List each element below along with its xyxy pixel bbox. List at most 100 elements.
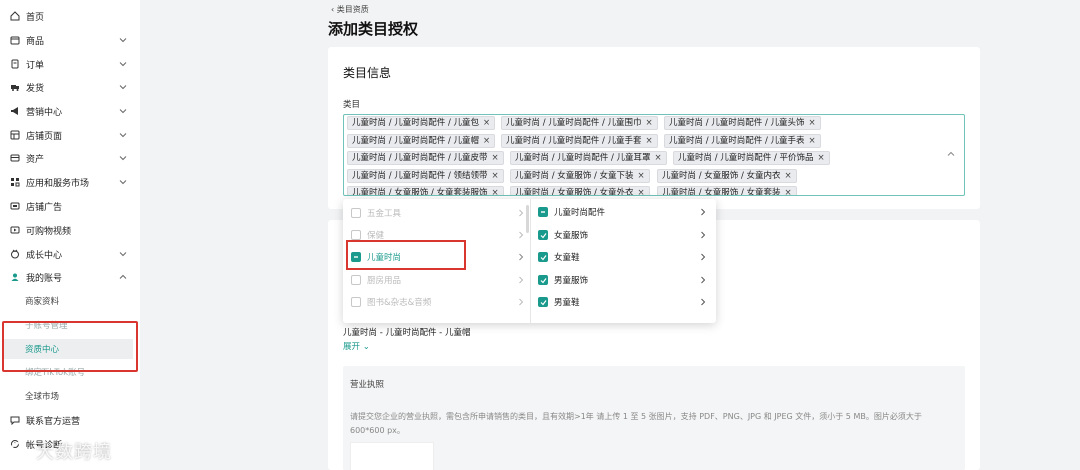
sidebar-item-label: 发货 xyxy=(26,83,45,94)
chevron-right-icon xyxy=(701,298,706,306)
category-tag: 儿童时尚 / 儿童时尚配件 / 儿童手套 × xyxy=(501,134,658,148)
sidebar-item-assets[interactable]: 资产 xyxy=(0,148,140,168)
chevron-right-icon xyxy=(519,276,524,284)
sidebar-item-product[interactable]: 商品 xyxy=(0,30,140,50)
cascader-option[interactable]: 女童服饰 xyxy=(538,224,708,246)
cascader-option[interactable]: 男童服饰 xyxy=(538,269,708,291)
chevron-right-icon xyxy=(519,231,524,239)
wallet-icon xyxy=(10,153,20,163)
close-icon[interactable]: × xyxy=(492,153,499,163)
sidebar: 首页 商品 订单 发货 营销中心 店铺页面 资产 应用和服务市场 店铺广告 可购… xyxy=(0,0,140,470)
chevron-right-icon xyxy=(701,253,706,261)
column-divider xyxy=(530,199,531,323)
sidebar-item-shipping[interactable]: 发货 xyxy=(0,77,140,97)
watermark-logo-icon xyxy=(9,441,29,461)
sidebar-item-label: 应用和服务市场 xyxy=(26,178,90,189)
close-icon[interactable]: × xyxy=(785,188,792,195)
sidebar-item-contact-ops[interactable]: 联系官方运营 xyxy=(0,410,140,430)
license-title: 营业执照 xyxy=(350,380,385,390)
chevron-down-icon xyxy=(119,62,127,67)
cascader-option[interactable]: 图书&杂志&音频 xyxy=(351,291,524,313)
close-icon[interactable]: × xyxy=(646,118,653,128)
sidebar-item-growth[interactable]: 成长中心 xyxy=(0,244,140,264)
ad-icon xyxy=(10,201,20,211)
license-description: 请提交您企业的营业执照，需包含所申请销售的类目，且有效期>1年 请上传 1 至 … xyxy=(350,412,922,435)
checkbox[interactable] xyxy=(351,208,361,218)
sidebar-item-label: 可购物视频 xyxy=(26,226,72,237)
close-icon[interactable]: × xyxy=(638,188,645,195)
chevron-down-icon xyxy=(119,133,127,138)
close-icon[interactable]: × xyxy=(483,136,490,146)
category-tag: 儿童时尚 / 儿童时尚配件 / 儿童耳罩 × xyxy=(510,151,667,165)
close-icon[interactable]: × xyxy=(646,136,653,146)
apps-icon xyxy=(10,177,20,187)
sidebar-item-label: 首页 xyxy=(26,12,45,23)
sidebar-item-label: 我的账号 xyxy=(26,273,63,284)
cascader-option[interactable]: 五金工具 xyxy=(351,202,524,224)
breadcrumb[interactable]: ‹ 类目资质 xyxy=(331,4,369,15)
sidebar-item-label: 营销中心 xyxy=(26,107,63,118)
highlight-box-sidebar xyxy=(2,321,138,372)
checkbox-indeterminate[interactable] xyxy=(538,207,548,217)
cascader-option[interactable]: 儿童时尚配件 xyxy=(538,201,708,223)
cascader-option[interactable]: 男童鞋 xyxy=(538,291,708,313)
sidebar-subitem-merchant-info[interactable]: 商家资料 xyxy=(0,291,140,311)
sidebar-item-label: 店铺页面 xyxy=(26,131,63,142)
checkbox-checked[interactable] xyxy=(538,275,548,285)
checkbox-checked[interactable] xyxy=(538,297,548,307)
section-heading: 类目信息 xyxy=(343,66,392,80)
close-icon[interactable]: × xyxy=(483,118,490,128)
sidebar-item-my-account[interactable]: 我的账号 xyxy=(0,267,140,287)
category-tag: 儿童时尚 / 女童服饰 / 女童内衣 × xyxy=(657,169,797,183)
chevron-up-icon[interactable] xyxy=(946,149,956,159)
product-icon xyxy=(10,35,20,45)
home-icon xyxy=(10,11,20,21)
close-icon[interactable]: × xyxy=(492,188,499,195)
upload-area[interactable] xyxy=(350,442,434,470)
scrollbar[interactable] xyxy=(526,205,529,233)
close-icon[interactable]: × xyxy=(809,118,816,128)
close-icon[interactable]: × xyxy=(818,153,825,163)
sidebar-item-shoppable-video[interactable]: 可购物视频 xyxy=(0,220,140,240)
category-tag: 儿童时尚 / 儿童时尚配件 / 儿童手表 × xyxy=(664,134,821,148)
sidebar-item-home[interactable]: 首页 xyxy=(0,6,140,26)
chevron-right-icon xyxy=(519,253,524,261)
chevron-down-icon xyxy=(119,38,127,43)
category-tag: 儿童时尚 / 儿童时尚配件 / 儿童皮带 × xyxy=(347,151,504,165)
sidebar-item-label: 店铺广告 xyxy=(26,202,63,213)
order-icon xyxy=(10,59,20,69)
checkbox[interactable] xyxy=(351,297,361,307)
sidebar-item-apps[interactable]: 应用和服务市场 xyxy=(0,172,140,192)
cascader-option[interactable]: 厨房用品 xyxy=(351,269,524,291)
store-page-icon xyxy=(10,130,20,140)
chevron-up-icon xyxy=(119,274,127,279)
checkbox-checked[interactable] xyxy=(538,230,548,240)
close-icon[interactable]: × xyxy=(785,171,792,181)
close-icon[interactable]: × xyxy=(809,136,816,146)
category-tag: 儿童时尚 / 儿童时尚配件 / 儿童帽 × xyxy=(347,134,496,148)
close-icon[interactable]: × xyxy=(492,171,499,181)
sidebar-item-label: 订单 xyxy=(26,60,45,71)
sidebar-item-label: 资产 xyxy=(26,154,45,165)
category-tag: 儿童时尚 / 儿童时尚配件 / 儿童包 × xyxy=(347,116,496,130)
sidebar-item-store-ads[interactable]: 店铺广告 xyxy=(0,196,140,216)
checkbox[interactable] xyxy=(351,230,361,240)
megaphone-icon xyxy=(10,106,20,116)
selection-summary: 儿童时尚 - 儿童时尚配件 - 儿童帽 xyxy=(343,328,471,338)
sidebar-item-marketing[interactable]: 营销中心 xyxy=(0,101,140,121)
expand-link[interactable]: 展开 ⌄ xyxy=(343,340,370,352)
category-select-input[interactable]: 儿童时尚 / 儿童时尚配件 / 儿童包 × 儿童时尚 / 儿童时尚配件 / 儿童围… xyxy=(343,114,965,196)
checkbox-checked[interactable] xyxy=(538,252,548,262)
highlight-box-option xyxy=(346,240,466,270)
category-tag: 儿童时尚 / 儿童时尚配件 / 儿童头饰 × xyxy=(664,116,821,130)
close-icon[interactable]: × xyxy=(655,153,662,163)
sidebar-item-order[interactable]: 订单 xyxy=(0,54,140,74)
sidebar-item-label: 成长中心 xyxy=(26,250,63,261)
cascader-option[interactable]: 女童鞋 xyxy=(538,246,708,268)
close-icon[interactable]: × xyxy=(638,171,645,181)
sidebar-item-store-page[interactable]: 店铺页面 xyxy=(0,125,140,145)
checkbox[interactable] xyxy=(351,275,361,285)
sidebar-subitem-global-market[interactable]: 全球市场 xyxy=(0,386,140,406)
sidebar-item-label: 联系官方运营 xyxy=(26,416,81,427)
sidebar-item-label: 商品 xyxy=(26,36,45,47)
